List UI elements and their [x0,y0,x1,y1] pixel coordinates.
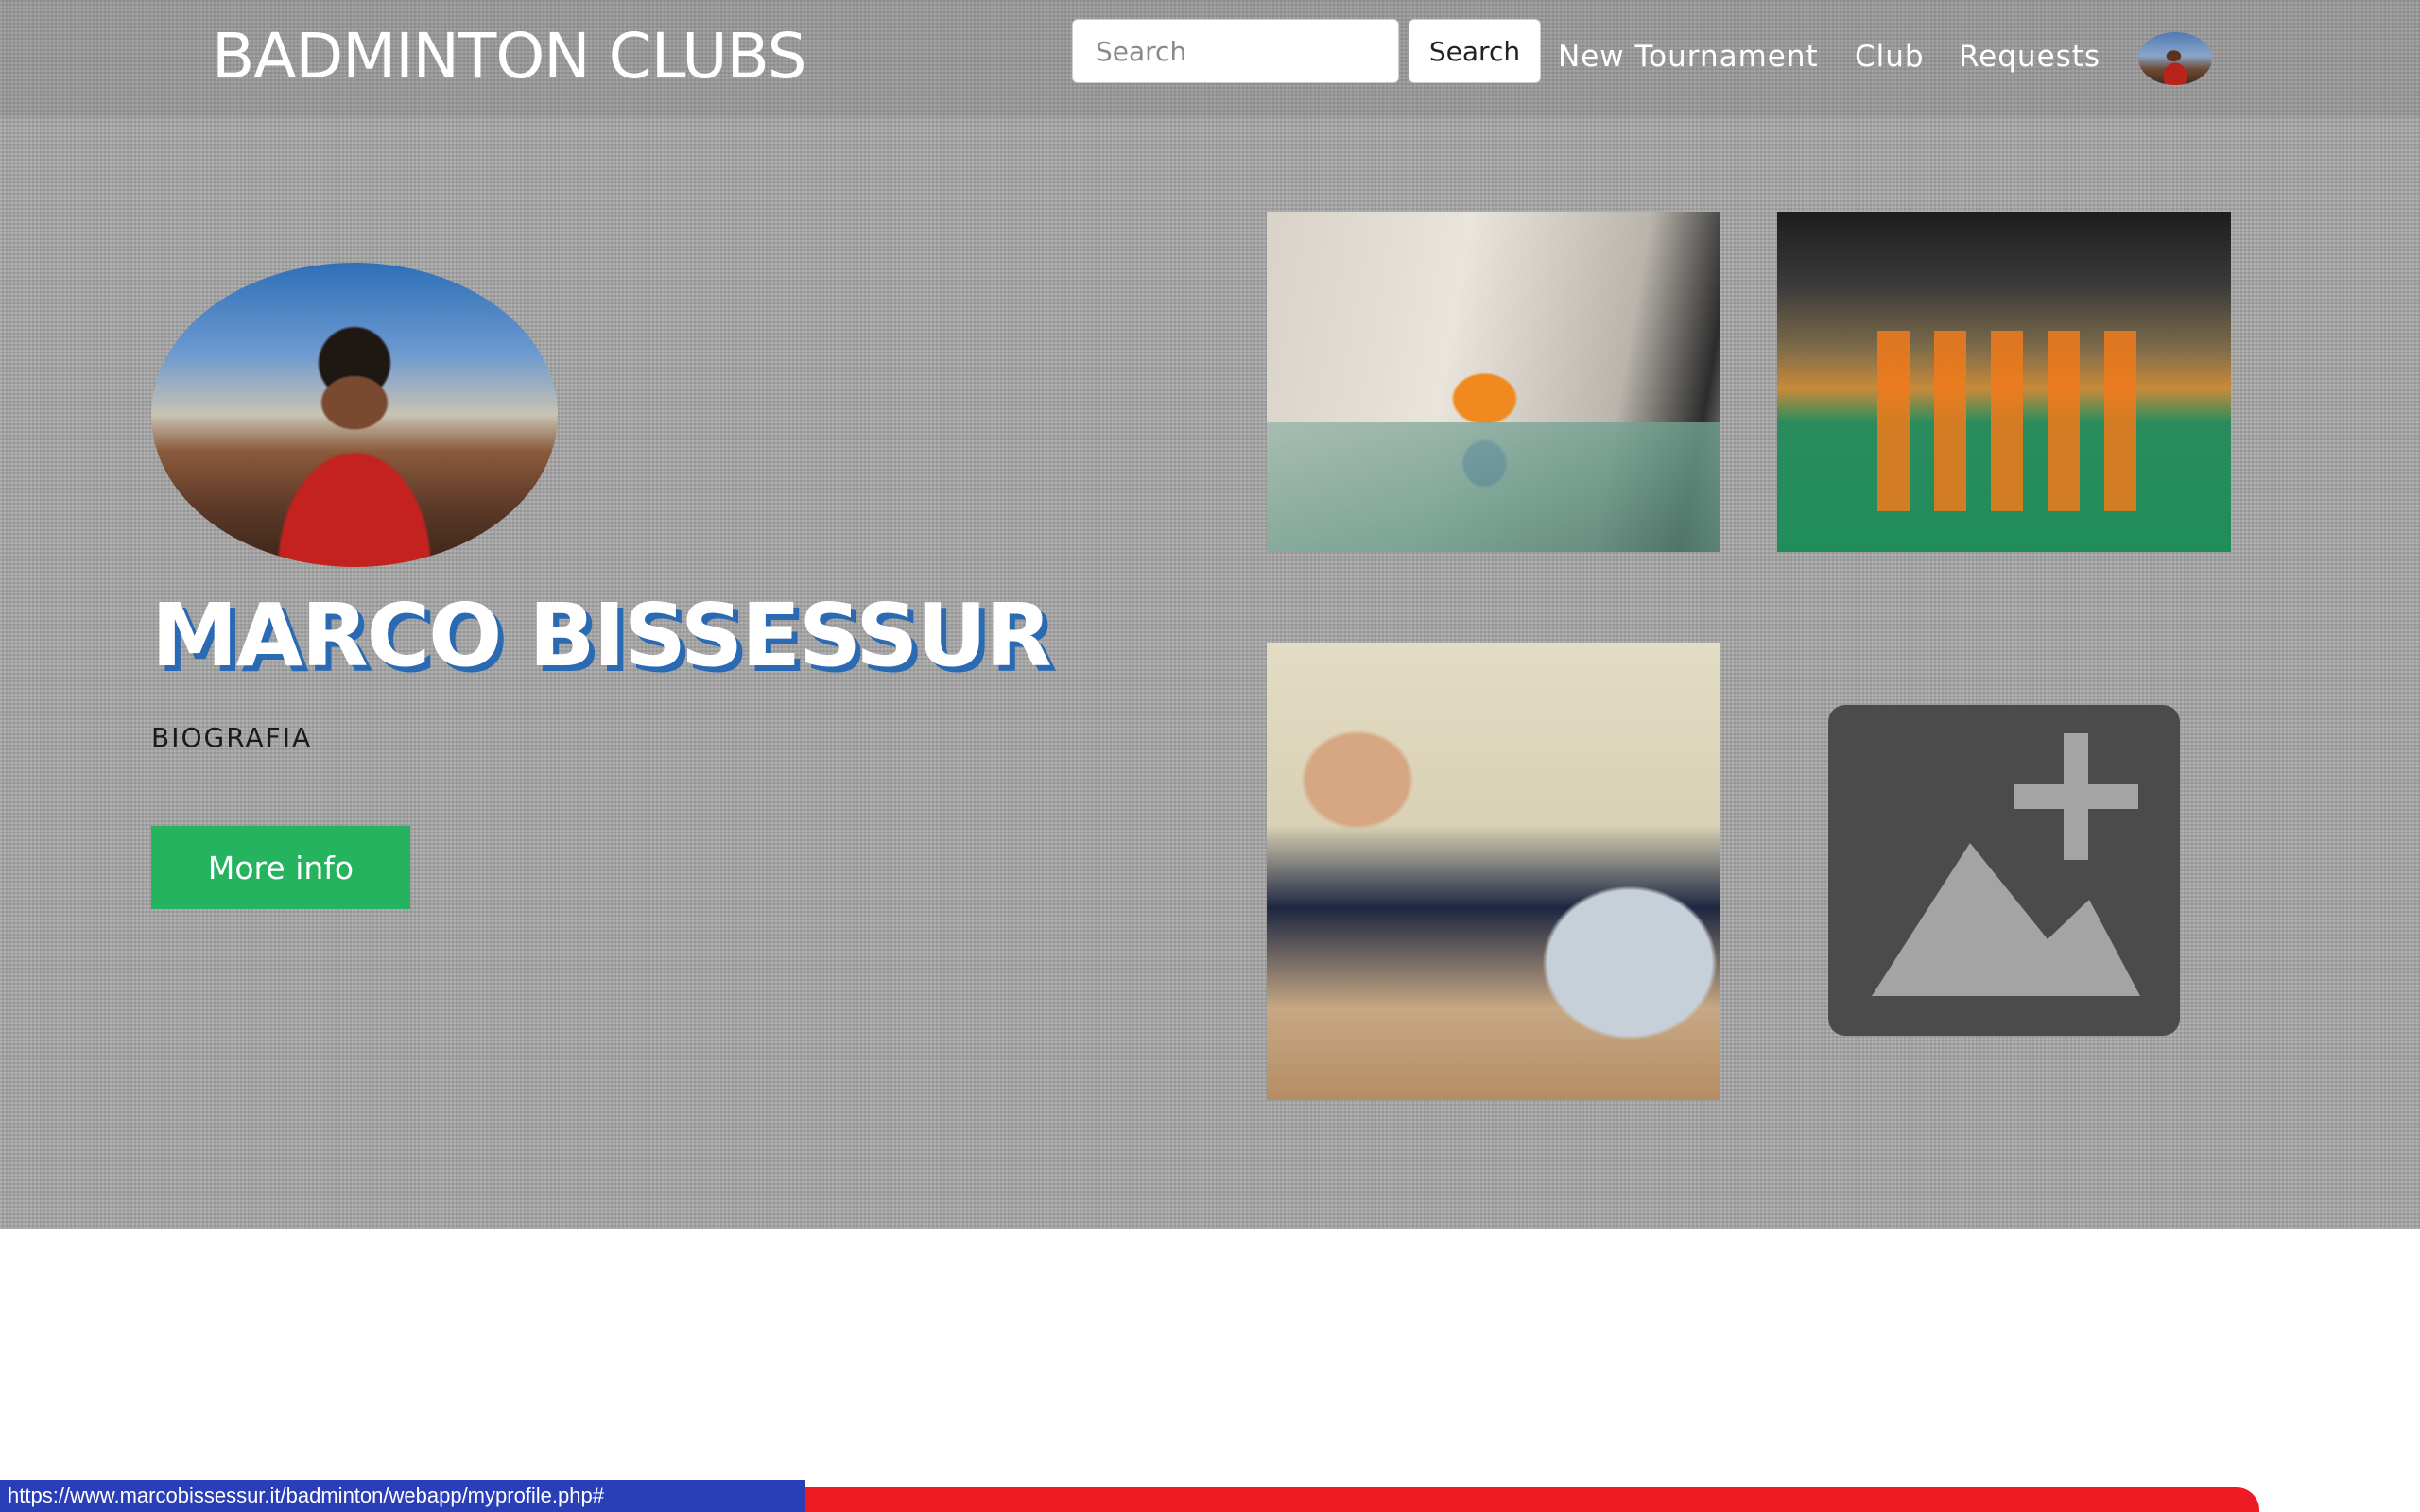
gallery-photo-tournament[interactable] [1267,212,1720,552]
profile-photo [151,263,558,567]
profile-name: MARCO BISSESSUR [151,585,1052,686]
nav-link-new-tournament[interactable]: New Tournament [1558,28,1819,85]
search-button[interactable]: Search [1409,19,1541,83]
search-input[interactable] [1072,19,1399,83]
status-url: https://www.marcobissessur.it/badminton/… [0,1480,805,1512]
brand-title[interactable]: BADMINTON CLUBS [212,17,807,96]
bottom-red-bar [805,1487,2259,1512]
bio-label: BIOGRAFIA [151,722,313,753]
top-navbar: BADMINTON CLUBS Search New Tournament Cl… [0,0,2420,117]
add-photo-icon[interactable] [1828,705,2180,1036]
gallery-photo-team[interactable] [1777,212,2231,552]
user-avatar[interactable] [2138,32,2212,85]
more-info-button[interactable]: More info [151,826,410,909]
nav-link-requests[interactable]: Requests [1959,28,2100,85]
gallery-photo-laptop[interactable] [1267,643,1720,1100]
nav-link-club[interactable]: Club [1855,28,1925,85]
profile-section: MARCO BISSESSUR BIOGRAFIA More info [0,117,2420,1228]
